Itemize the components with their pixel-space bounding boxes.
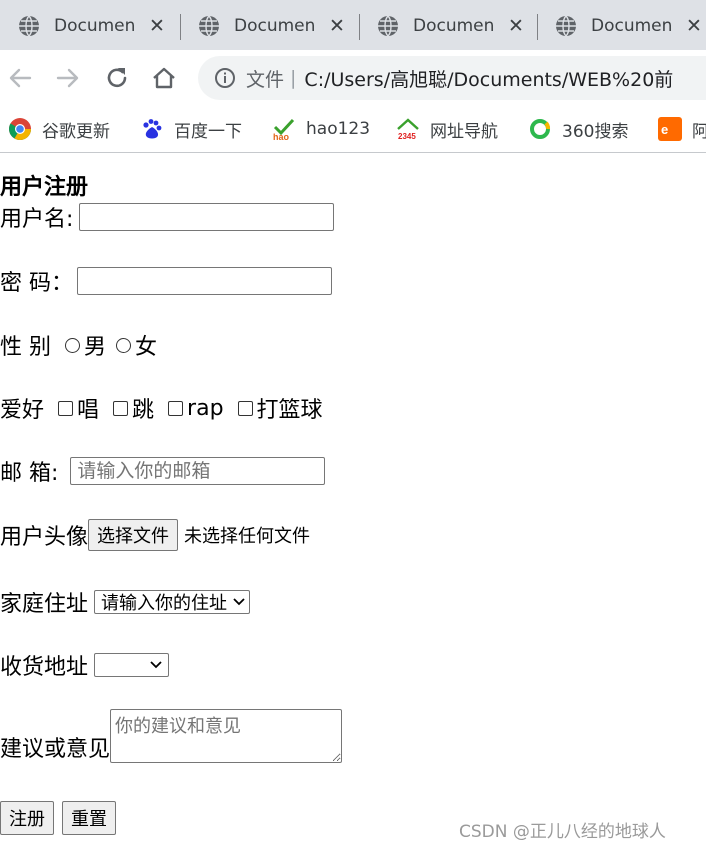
file-status-text: 未选择任何文件 [184,526,311,547]
alibaba-icon: e [658,117,682,141]
address-bar[interactable]: 文件 | C:/Users/高旭聪/Documents/WEB%20前 [198,56,706,100]
globe-icon [556,15,576,37]
forward-arrow-icon[interactable] [54,64,82,92]
bookmarks-bar: 谷歌更新 百度一下 hao hao123 2345 网址导航 360搜索 e 阿 [0,106,706,153]
gender-label: 性 别 [0,335,51,360]
hobby-rap-checkbox[interactable] [168,400,184,416]
hobby-sing-checkbox[interactable] [58,400,74,416]
home-icon[interactable] [150,64,178,92]
email-row: 邮 箱: [0,455,326,487]
tab-title: Documen [234,16,316,36]
hobby-option-label: rap [187,395,224,421]
home-address-select[interactable]: 请输入你的住址 [94,590,251,614]
url-text[interactable]: C:/Users/高旭聪/Documents/WEB%20前 [304,65,673,92]
reset-button[interactable]: 重置 [62,801,116,835]
tab-title: Documen [413,16,495,36]
password-label: 密 码： [0,271,73,296]
globe-icon [199,15,219,37]
page-content: 用户注册 用户名: 密 码： 性 别 男 女 爱好 唱 跳 rap 打篮球 邮 … [0,153,706,849]
hobby-option-label: 跳 [132,398,155,423]
hao123-icon: hao [273,118,295,141]
tab-1[interactable]: Documen ✕ [0,8,166,44]
tab-4[interactable]: Documen ✕ [537,8,703,44]
bookmark-label: hao123 [306,119,371,139]
chevron-down-icon [150,661,162,669]
password-input[interactable] [77,267,332,295]
shipping-address-row: 收货地址 [0,649,170,681]
bookmark-label: 百度一下 [174,121,242,142]
globe-icon [378,15,398,37]
email-input[interactable] [70,457,326,485]
csdn-watermark: CSDN @正儿八经的地球人 [459,822,666,842]
hobby-option-label: 唱 [77,398,100,423]
tab-2[interactable]: Documen ✕ [180,8,346,44]
gender-row: 性 别 男 女 [0,329,161,361]
reload-icon[interactable] [103,64,131,92]
bookmark-hao123[interactable]: hao hao123 [272,116,370,142]
form-actions: 注册 重置 [0,801,116,835]
feedback-textarea[interactable] [110,709,343,763]
close-tab-icon[interactable]: ✕ [685,15,703,37]
hobby-option-label: 打篮球 [256,398,323,423]
tab-title: Documen [54,16,136,36]
home-address-selected: 请输入你的住址 [101,593,228,614]
avatar-row: 用户头像 选择文件 未选择任何文件 [0,519,310,551]
close-tab-icon[interactable]: ✕ [148,15,166,37]
bookmark-baidu[interactable]: 百度一下 [140,116,242,142]
chevron-down-icon [233,598,245,606]
username-input[interactable] [79,203,335,231]
hobby-row: 爱好 唱 跳 rap 打篮球 [0,392,327,424]
baidu-icon [143,119,162,139]
svg-text:2345: 2345 [398,132,416,141]
gender-male-radio[interactable] [65,337,80,353]
password-row: 密 码： [0,265,332,297]
close-tab-icon[interactable]: ✕ [328,15,346,37]
choose-file-button[interactable]: 选择文件 [88,519,179,551]
browser-toolbar: 文件 | C:/Users/高旭聪/Documents/WEB%20前 [0,50,706,106]
gender-female-radio[interactable] [116,337,132,353]
username-label: 用户名: [0,207,74,232]
back-arrow-icon[interactable] [6,64,34,92]
file-scheme-chip: 文件 [246,68,285,91]
chrome-icon [9,118,31,140]
svg-text:hao: hao [273,132,290,141]
form-title: 用户注册 [0,175,89,200]
avatar-label: 用户头像 [0,525,89,550]
home-address-row: 家庭住址 请输入你的住址 [0,586,251,618]
tab-3[interactable]: Documen ✕ [359,8,525,44]
tab-title: Documen [591,16,673,36]
address-separator: | [290,67,297,89]
feedback-label: 建议或意见 [0,737,111,762]
close-tab-icon[interactable]: ✕ [507,15,525,37]
bookmark-label: 360搜索 [562,121,629,142]
hobby-basketball-checkbox[interactable] [237,400,253,416]
360-icon [530,119,551,139]
info-icon [215,68,235,88]
bookmark-360-search[interactable]: 360搜索 [528,116,628,142]
hobby-dance-checkbox[interactable] [113,400,129,416]
bookmark-alibaba[interactable]: e 阿 [658,116,706,142]
bookmark-2345[interactable]: 2345 网址导航 [396,116,498,142]
hobby-label: 爱好 [0,398,45,423]
feedback-row: 建议或意见 [0,709,343,763]
gender-option-label: 女 [135,335,158,360]
globe-icon [19,15,39,37]
2345-icon: 2345 [397,118,419,141]
svg-text:e: e [661,122,668,137]
shipping-address-label: 收货地址 [0,655,89,680]
username-row: 用户名: [0,201,335,233]
home-address-label: 家庭住址 [0,592,89,617]
bookmark-label: 谷歌更新 [42,121,110,142]
tab-bar: Documen ✕ Documen ✕ Documen ✕ Documen ✕ [0,0,706,50]
gender-option-label: 男 [84,335,107,360]
bookmark-label: 网址导航 [430,121,498,142]
shipping-address-select[interactable] [94,653,170,677]
email-label: 邮 箱: [0,461,59,486]
submit-button[interactable]: 注册 [0,801,54,835]
bookmark-chrome-update[interactable]: 谷歌更新 [8,116,110,142]
bookmark-label: 阿 [692,121,706,142]
